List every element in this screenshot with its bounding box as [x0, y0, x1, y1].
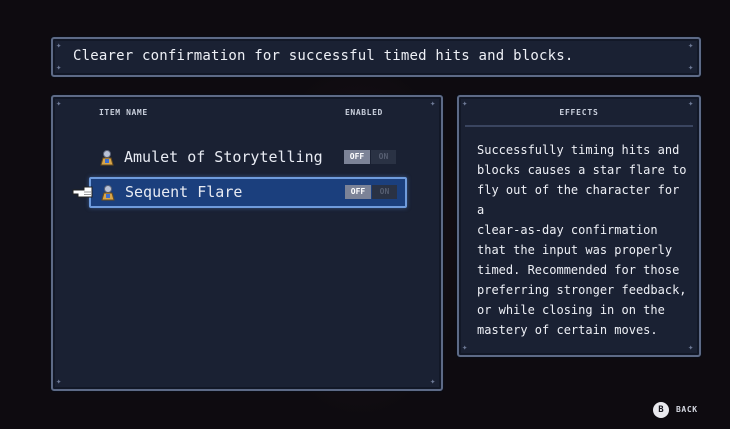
- item-label: Sequent Flare: [125, 183, 243, 201]
- enabled-toggle[interactable]: OFF ON: [345, 185, 399, 199]
- toggle-on[interactable]: ON: [371, 150, 396, 164]
- item-name-header: ITEM NAME: [99, 108, 148, 117]
- toggle-on[interactable]: ON: [372, 185, 397, 199]
- corner-ornament: ✦: [688, 343, 694, 353]
- enabled-header: ENABLED: [345, 108, 383, 117]
- corner-ornament: ✦: [430, 99, 436, 109]
- corner-ornament: ✦: [688, 99, 694, 109]
- corner-ornament: ✦: [688, 63, 694, 73]
- description-text: Clearer confirmation for successful time…: [73, 48, 574, 64]
- items-panel: ✦ ✦ ✦ ✦ ITEM NAME ENABLED Amulet of Stor…: [51, 95, 443, 391]
- effects-panel: ✦ ✦ ✦ ✦ EFFECTS Successfully timing hits…: [457, 95, 701, 357]
- b-button-icon[interactable]: B: [653, 402, 669, 418]
- amulet-icon: [101, 185, 115, 201]
- pointing-hand-cursor-icon: [72, 186, 93, 198]
- corner-ornament: ✦: [462, 343, 468, 353]
- enabled-toggle[interactable]: OFF ON: [344, 150, 398, 164]
- effects-description: Successfully timing hits and blocks caus…: [477, 143, 687, 337]
- corner-ornament: ✦: [56, 99, 62, 109]
- description-panel: ✦ ✦ ✦ ✦ Clearer confirmation for success…: [51, 37, 701, 77]
- toggle-off[interactable]: OFF: [344, 150, 370, 164]
- corner-ornament: ✦: [56, 63, 62, 73]
- corner-ornament: ✦: [688, 41, 694, 51]
- corner-ornament: ✦: [462, 99, 468, 109]
- item-row-amulet-of-storytelling[interactable]: Amulet of Storytelling OFF ON: [90, 144, 404, 172]
- amulet-icon: [100, 150, 114, 166]
- back-label[interactable]: BACK: [676, 405, 698, 414]
- toggle-off[interactable]: OFF: [345, 185, 371, 199]
- corner-ornament: ✦: [56, 41, 62, 51]
- divider: [465, 125, 693, 127]
- effects-title: EFFECTS: [559, 108, 599, 117]
- item-row-sequent-flare[interactable]: Sequent Flare OFF ON: [72, 177, 407, 208]
- item-label: Amulet of Storytelling: [124, 148, 323, 166]
- corner-ornament: ✦: [430, 377, 436, 387]
- corner-ornament: ✦: [56, 377, 62, 387]
